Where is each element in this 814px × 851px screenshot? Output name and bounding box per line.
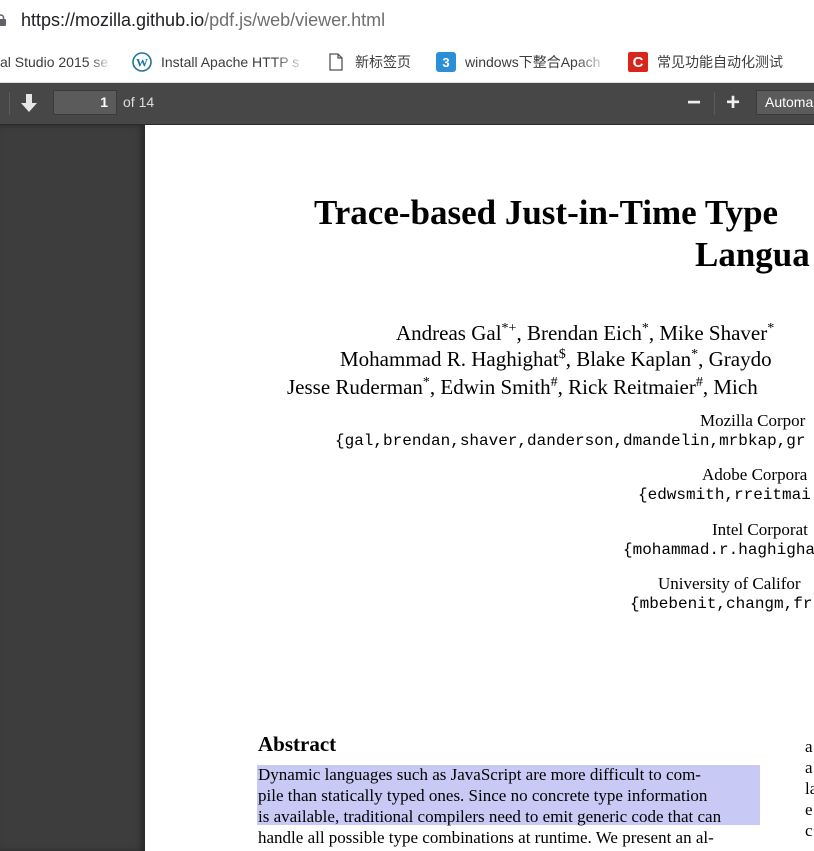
right-column-text: a [805, 737, 813, 756]
bookmark-label: al Studio 2015 se [0, 54, 109, 70]
zoom-out-icon: − [687, 89, 702, 116]
affiliation-name: University of Califor [658, 574, 801, 593]
zoom-in-button[interactable]: + [721, 89, 747, 117]
abstract-line[interactable]: Dynamic languages such as JavaScript are… [258, 765, 701, 785]
svg-text:W: W [136, 56, 148, 70]
pdf-toolbar: 1 of 14 − + Automa [0, 83, 814, 125]
toolbar-separator [9, 92, 10, 115]
abstract-line[interactable]: handle all possible type combinations at… [258, 828, 714, 848]
red-c-icon: C [628, 52, 648, 72]
sidebar-panel [0, 125, 145, 851]
bookmark-install-apache[interactable]: W Install Apache HTTP s [132, 42, 308, 82]
bookmark-auto-testing[interactable]: C 常见功能自动化测试 [628, 42, 814, 82]
next-page-icon[interactable] [20, 93, 38, 113]
pdf-page: Trace-based Just-in-Time Type Langua And… [145, 125, 814, 851]
right-column-text: la [805, 779, 814, 798]
toolbar-separator [714, 92, 715, 115]
affiliation-email: {mbebenit,changm,fr [630, 595, 813, 613]
bookmark-windows-apache[interactable]: 3 windows下整合Apach [436, 42, 610, 82]
bookmark-label: 新标签页 [355, 54, 411, 70]
url-path: /pdf.js/web/viewer.html [204, 10, 386, 30]
zoom-select[interactable]: Automa [756, 90, 814, 115]
affiliation-name: Adobe Corpora [702, 465, 808, 484]
bookmark-label: Install Apache HTTP s [161, 54, 300, 70]
authors-line2: Mohammad R. Haghighat$, Blake Kaplan*, G… [340, 347, 772, 371]
right-column-text: a [805, 758, 813, 777]
affiliation-name: Intel Corporat [712, 520, 808, 539]
abstract-line[interactable]: is available, traditional compilers need… [258, 807, 721, 827]
affiliation-name: Mozilla Corpor [700, 411, 806, 430]
authors-line1: Andreas Gal*+, Brendan Eich*, Mike Shave… [396, 321, 775, 345]
affiliation-email: {mohammad.r.haghigha [623, 541, 814, 559]
paper-title-line2: Langua [695, 235, 810, 274]
affiliation-email: {gal,brendan,shaver,danderson,dmandelin,… [335, 432, 806, 450]
lock-icon [0, 14, 6, 26]
affiliation-email: {edwsmith,rreitmai [638, 486, 811, 504]
bookmark-label: windows下整合Apach [465, 54, 601, 70]
bookmarks-bar: al Studio 2015 se W Install Apache HTTP … [0, 42, 814, 83]
zoom-in-icon: + [726, 89, 741, 116]
wordpress-icon: W [132, 52, 152, 72]
abstract-heading: Abstract [258, 732, 337, 756]
url-text[interactable]: https://mozilla.github.io/pdf.js/web/vie… [21, 10, 385, 31]
authors-line3: Jesse Ruderman*, Edwin Smith#, Rick Reit… [287, 375, 758, 399]
svg-text:C: C [633, 54, 644, 71]
bookmark-new-tab[interactable]: 新标签页 [326, 42, 426, 82]
address-bar[interactable]: https://mozilla.github.io/pdf.js/web/vie… [0, 0, 814, 42]
blue-app-icon: 3 [436, 52, 456, 72]
page-number-input[interactable]: 1 [53, 90, 117, 115]
bookmark-visual-studio[interactable]: al Studio 2015 se [0, 42, 112, 82]
abstract-line[interactable]: pile than statically typed ones. Since n… [258, 786, 707, 806]
url-host: https://mozilla.github.io [21, 10, 205, 30]
right-column-text: c [805, 821, 813, 840]
bookmark-label: 常见功能自动化测试 [657, 54, 783, 70]
svg-text:3: 3 [442, 55, 449, 70]
page-count: of 14 [123, 94, 155, 110]
right-column-text: e [805, 800, 813, 819]
zoom-out-button[interactable]: − [682, 89, 708, 117]
page-icon [326, 52, 346, 72]
paper-title-line1: Trace-based Just-in-Time Type [314, 193, 779, 232]
